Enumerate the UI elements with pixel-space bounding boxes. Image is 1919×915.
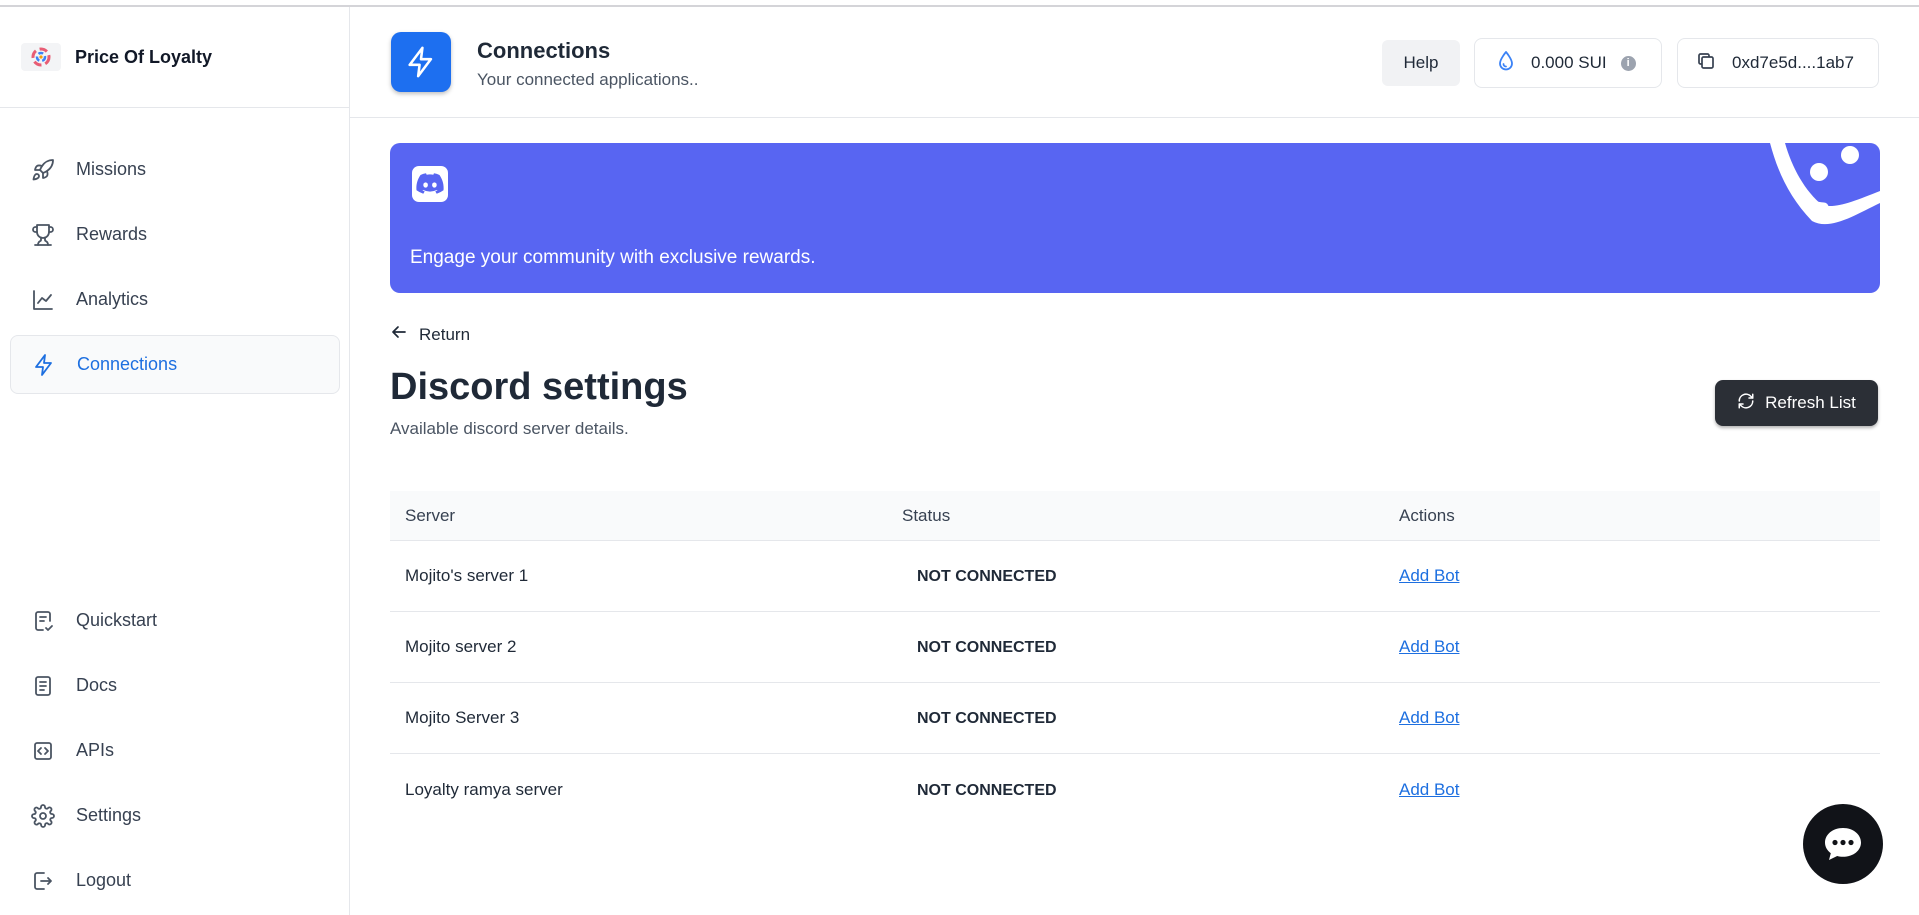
balance-value: 0.000 SUI: [1531, 53, 1607, 72]
server-name: Mojito server 2: [405, 637, 517, 656]
table-row: Mojito's server 1 NOT CONNECTED Add Bot: [390, 541, 1880, 612]
table-row: Mojito Server 3 NOT CONNECTED Add Bot: [390, 683, 1880, 754]
header-subtitle: Your connected applications..: [477, 70, 699, 89]
sidebar: Price Of Loyalty Missions Rewards Analyt…: [0, 7, 350, 915]
table-row: Mojito server 2 NOT CONNECTED Add Bot: [390, 612, 1880, 683]
return-link[interactable]: Return: [391, 324, 470, 345]
chat-support-button[interactable]: [1803, 804, 1883, 884]
table-row: Loyalty ramya server NOT CONNECTED Add B…: [390, 754, 1880, 825]
sidebar-item-label: Rewards: [76, 224, 148, 244]
sidebar-item-settings[interactable]: Settings: [10, 786, 340, 845]
copy-icon: [1696, 51, 1716, 76]
add-bot-link[interactable]: Add Bot: [1399, 566, 1460, 585]
server-name: Loyalty ramya server: [405, 779, 563, 799]
sidebar-item-label: APIs: [76, 740, 115, 760]
help-button[interactable]: Help: [1382, 40, 1460, 86]
banner-mascot-illustration: [1770, 143, 1880, 225]
logout-icon: [30, 868, 56, 894]
sidebar-item-connections[interactable]: Connections: [10, 335, 340, 394]
column-header-status: Status: [902, 505, 951, 525]
status-badge: NOT CONNECTED: [917, 781, 1057, 799]
status-badge: NOT CONNECTED: [917, 639, 1057, 656]
document-icon: [30, 673, 56, 699]
sidebar-item-label: Docs: [76, 675, 118, 695]
brand-name: Price Of Loyalty: [75, 46, 213, 67]
sidebar-item-quickstart[interactable]: Quickstart: [10, 591, 340, 650]
server-name: Mojito's server 1: [405, 566, 529, 585]
add-bot-link[interactable]: Add Bot: [1399, 637, 1460, 656]
wallet-address-button[interactable]: 0xd7e5d....1ab7: [1677, 38, 1879, 88]
droplet-icon: [1497, 50, 1515, 77]
page-title: Discord settings: [390, 366, 688, 408]
sidebar-item-label: Quickstart: [76, 610, 158, 630]
sidebar-item-label: Missions: [76, 159, 147, 179]
sidebar-item-apis[interactable]: APIs: [10, 721, 340, 780]
return-label: Return: [419, 324, 471, 344]
wallet-address: 0xd7e5d....1ab7: [1732, 53, 1854, 72]
sidebar-item-rewards[interactable]: Rewards: [10, 205, 340, 264]
sidebar-bottom-nav: Quickstart Docs APIs Settings Logout: [0, 591, 350, 915]
discord-servers-table: Server Status Actions Mojito's server 1 …: [390, 491, 1880, 825]
sidebar-main-nav: Missions Rewards Analytics Connections: [0, 140, 350, 400]
add-bot-link[interactable]: Add Bot: [1399, 780, 1460, 799]
gear-icon: [30, 803, 56, 829]
table-header: Server Status Actions: [390, 491, 1880, 541]
refresh-list-button[interactable]: Refresh List: [1715, 380, 1878, 426]
sidebar-item-missions[interactable]: Missions: [10, 140, 340, 199]
sidebar-item-label: Settings: [76, 805, 142, 825]
chart-line-icon: [30, 287, 56, 313]
sidebar-item-label: Analytics: [76, 289, 149, 309]
column-header-actions: Actions: [1399, 505, 1455, 525]
chat-bubble-icon: [1825, 828, 1861, 860]
server-name: Mojito Server 3: [405, 708, 520, 727]
status-badge: NOT CONNECTED: [917, 568, 1057, 585]
sidebar-item-label: Connections: [77, 354, 178, 374]
brand[interactable]: Price Of Loyalty: [0, 7, 349, 108]
discord-banner: Engage your community with exclusive rew…: [390, 143, 1880, 293]
status-badge: NOT CONNECTED: [917, 710, 1057, 727]
refresh-list-label: Refresh List: [1765, 393, 1856, 412]
discord-icon: [412, 166, 448, 202]
quickstart-icon: [30, 608, 56, 634]
code-icon: [30, 738, 56, 764]
lightning-icon: [391, 32, 451, 92]
sidebar-item-docs[interactable]: Docs: [10, 656, 340, 715]
refresh-icon: [1737, 392, 1755, 415]
sidebar-item-logout[interactable]: Logout: [10, 851, 340, 910]
balance-button[interactable]: 0.000 SUI i: [1474, 38, 1662, 88]
window-top-border: [0, 0, 1919, 7]
banner-text: Engage your community with exclusive rew…: [410, 247, 816, 268]
sidebar-item-analytics[interactable]: Analytics: [10, 270, 340, 329]
page-header: Connections Your connected applications.…: [350, 7, 1919, 118]
info-icon[interactable]: i: [1620, 55, 1636, 71]
arrow-left-icon: [391, 324, 407, 345]
page-subtitle: Available discord server details.: [390, 419, 629, 438]
rocket-icon: [30, 157, 56, 183]
sidebar-item-label: Logout: [76, 870, 132, 890]
trophy-icon: [30, 222, 56, 248]
add-bot-link[interactable]: Add Bot: [1399, 708, 1460, 727]
lightning-icon: [31, 352, 57, 378]
brand-logo-icon: [21, 43, 61, 71]
column-header-server: Server: [405, 505, 456, 525]
header-title: Connections: [477, 38, 611, 63]
